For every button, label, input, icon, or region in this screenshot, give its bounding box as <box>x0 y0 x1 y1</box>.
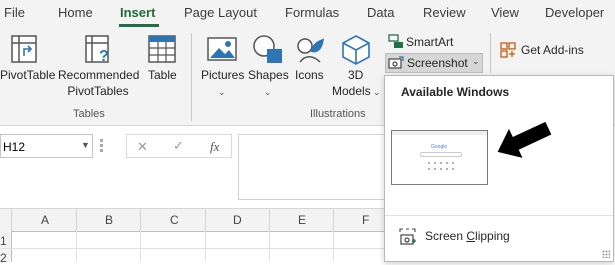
screenshot-chevron-icon: ⌄ <box>472 56 480 66</box>
cell-divider <box>140 231 141 262</box>
recommended-pivottables-label-line2: PivotTables <box>67 84 129 98</box>
get-addins-button[interactable]: Get Add-ins <box>500 40 600 60</box>
cell-divider <box>76 231 77 262</box>
cell-divider <box>333 231 334 262</box>
name-box-chevron-icon[interactable]: ▼ <box>81 140 90 150</box>
recommended-pivottables-label-line1: Recommended <box>58 68 140 82</box>
group-separator <box>191 33 192 121</box>
smartart-label: SmartArt <box>406 35 454 49</box>
column-header-f[interactable]: F <box>362 213 369 227</box>
thumbnail-titlebar <box>392 131 487 135</box>
get-addins-label: Get Add-ins <box>521 43 584 57</box>
column-divider <box>140 209 141 231</box>
group-separator <box>490 33 491 73</box>
pictures-icon <box>207 37 237 61</box>
formula-buttons: ✕ ✓ fx <box>126 134 232 158</box>
smartart-button[interactable]: SmartArt <box>386 33 466 51</box>
store-icon <box>500 42 516 58</box>
screenshot-dropdown: Available Windows Google Screen Clipping <box>384 75 614 262</box>
tab-review[interactable]: Review <box>423 5 466 20</box>
tab-view[interactable]: View <box>491 5 519 20</box>
formula-input[interactable] <box>238 134 388 200</box>
pictures-chevron-icon: ⌄ <box>218 87 226 97</box>
column-divider <box>11 209 12 231</box>
tab-insert[interactable]: Insert <box>120 5 155 20</box>
shapes-label: Shapes <box>248 68 289 82</box>
3d-models-label-line2: Models <box>332 84 371 98</box>
thumbnail-google-logo: Google <box>431 144 448 150</box>
ribbon-tab-bar: File Home Insert Page Layout Formulas Da… <box>0 0 615 27</box>
column-header-e[interactable]: E <box>298 213 306 227</box>
3d-models-label-line1: 3D <box>348 68 364 82</box>
resize-grip[interactable] <box>602 250 610 258</box>
pictures-label: Pictures <box>201 68 245 82</box>
tab-formulas[interactable]: Formulas <box>285 5 339 20</box>
shapes-chevron-icon: ⌄ <box>264 87 272 97</box>
cell-divider <box>205 231 206 262</box>
tab-page-layout[interactable]: Page Layout <box>184 5 257 20</box>
column-header-c[interactable]: C <box>170 213 179 227</box>
recommended-pivottables-icon: ? <box>85 35 109 65</box>
column-header-d[interactable]: D <box>233 213 242 227</box>
column-header-row <box>0 208 384 232</box>
tab-home[interactable]: Home <box>58 5 93 20</box>
available-windows-heading: Available Windows <box>401 85 510 99</box>
screenshot-button[interactable]: Screenshot ⌄ <box>385 53 483 73</box>
enter-icon[interactable]: ✓ <box>173 138 184 154</box>
3d-models-icon <box>342 35 370 65</box>
smartart-icon <box>388 34 403 48</box>
name-box[interactable]: H12 ▼ <box>0 134 93 158</box>
column-divider <box>269 209 270 231</box>
arrow-pointer-icon <box>497 121 552 158</box>
3d-models-chevron-icon: ⌄ <box>373 87 381 97</box>
cancel-icon[interactable]: ✕ <box>137 139 148 155</box>
row-divider <box>0 248 384 249</box>
screen-clipping-item[interactable]: Screen Clipping <box>395 225 603 249</box>
screenshot-icon <box>388 56 404 69</box>
tab-developer[interactable]: Developer <box>545 5 604 20</box>
illustrations-group-label: Illustrations <box>310 108 366 120</box>
column-divider <box>205 209 206 231</box>
name-box-value: H12 <box>3 140 26 154</box>
column-header-b[interactable]: B <box>105 213 113 227</box>
thumbnail-search-box <box>420 152 462 157</box>
screen-clipping-label: Screen Clipping <box>425 229 510 243</box>
thumbnail-shortcuts <box>426 160 456 172</box>
column-divider <box>76 209 77 231</box>
formula-bar-splitter[interactable] <box>100 139 103 153</box>
pivottable-label: PivotTable <box>0 68 56 82</box>
insert-function-icon[interactable]: fx <box>210 139 219 155</box>
table-label: Table <box>148 68 177 82</box>
row-header-2[interactable]: 2 <box>0 251 7 265</box>
screenshot-label: Screenshot <box>407 56 468 70</box>
table-icon <box>148 35 176 63</box>
row-header-1[interactable]: 1 <box>0 234 7 248</box>
dropdown-separator <box>385 215 613 216</box>
column-header-a[interactable]: A <box>41 213 49 227</box>
tables-group-label: Tables <box>73 108 105 120</box>
pivottable-icon <box>11 35 37 63</box>
screen-clipping-icon <box>399 228 416 245</box>
tab-file[interactable]: File <box>4 5 25 20</box>
icons-label: Icons <box>295 68 324 82</box>
shapes-icon <box>253 35 282 63</box>
svg-text:?: ? <box>99 48 109 65</box>
tab-data[interactable]: Data <box>367 5 394 20</box>
column-divider <box>333 209 334 231</box>
cell-divider <box>269 231 270 262</box>
icons-icon <box>297 38 324 63</box>
available-window-thumbnail[interactable]: Google <box>391 130 488 185</box>
